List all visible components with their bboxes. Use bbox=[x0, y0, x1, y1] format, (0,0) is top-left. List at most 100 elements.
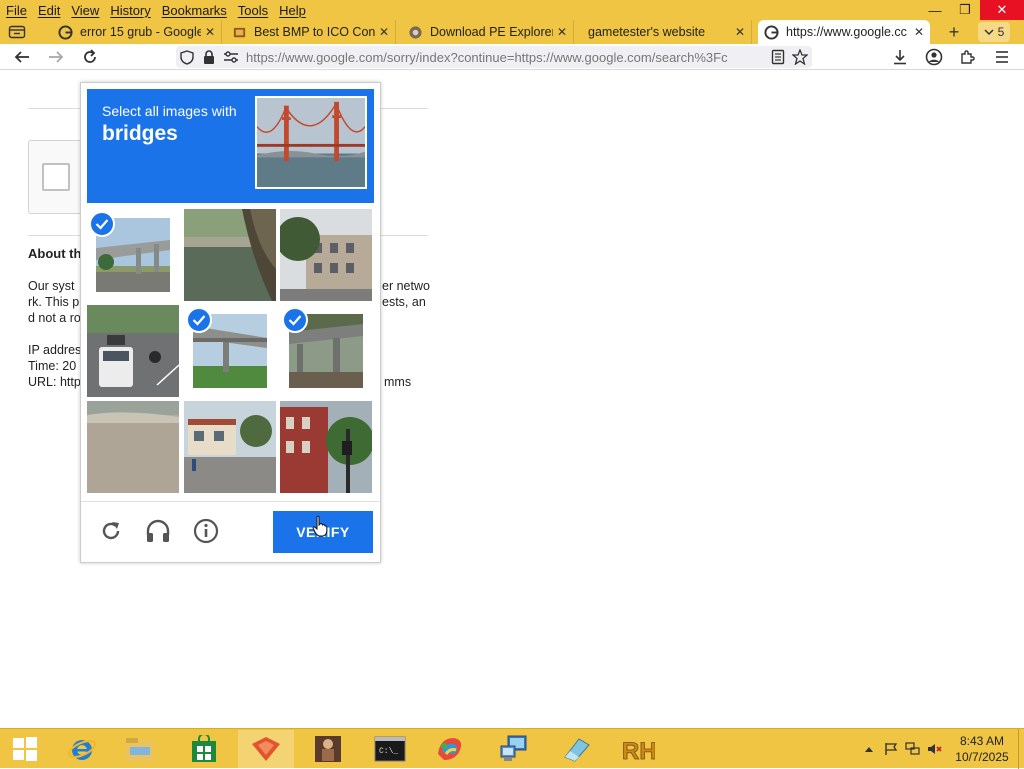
captcha-challenge: Select all images with bridges bbox=[80, 82, 381, 563]
pe-explorer-icon bbox=[408, 25, 423, 40]
url-text[interactable]: https://www.google.com/sorry/index?conti… bbox=[246, 50, 812, 65]
taskbar-eraser-app[interactable] bbox=[548, 730, 604, 768]
taskbar-pe-explorer[interactable] bbox=[300, 730, 356, 768]
puzzle-icon bbox=[961, 50, 975, 64]
divider bbox=[81, 501, 380, 502]
minimize-button[interactable]: — bbox=[920, 0, 950, 20]
check-icon bbox=[282, 307, 308, 333]
taskbar-command-prompt[interactable]: C:\_ bbox=[362, 730, 418, 768]
image-tile-3[interactable] bbox=[280, 209, 372, 301]
taskbar-resource-hacker[interactable]: RH bbox=[610, 730, 666, 768]
window-controls: — ❐ ✕ bbox=[920, 0, 1024, 20]
menu-view[interactable]: View bbox=[71, 3, 99, 18]
close-window-button[interactable]: ✕ bbox=[980, 0, 1024, 20]
downloads-button[interactable] bbox=[888, 47, 912, 67]
tab-close-icon[interactable]: ✕ bbox=[914, 25, 924, 39]
audio-challenge-button[interactable] bbox=[144, 517, 172, 545]
navigation-bar: https://www.google.com/sorry/index?conti… bbox=[0, 44, 1024, 70]
tab-list-icon bbox=[8, 25, 26, 39]
extensions-button[interactable] bbox=[956, 47, 980, 67]
restore-button[interactable]: ❐ bbox=[950, 0, 980, 20]
image-tile-1[interactable] bbox=[87, 209, 179, 301]
permissions-icon[interactable] bbox=[220, 46, 242, 68]
menu-tools[interactable]: Tools bbox=[238, 3, 268, 18]
taskbar-app-colorful[interactable] bbox=[422, 730, 478, 768]
address-bar[interactable]: https://www.google.com/sorry/index?conti… bbox=[176, 46, 812, 68]
tab-error-15-grub[interactable]: error 15 grub - Google ✕ bbox=[52, 20, 222, 44]
tab-count-button[interactable]: 5 bbox=[978, 22, 1010, 42]
forward-arrow-icon bbox=[49, 51, 64, 63]
recaptcha-checkbox[interactable] bbox=[42, 163, 70, 191]
image-tile-6[interactable] bbox=[280, 305, 372, 397]
image-tile-5[interactable] bbox=[184, 305, 276, 397]
app-menu-button[interactable] bbox=[990, 47, 1014, 67]
recaptcha-widget bbox=[28, 140, 88, 214]
tab-gametester[interactable]: gametester's website ✕ bbox=[580, 20, 752, 44]
menu-help[interactable]: Help bbox=[279, 3, 306, 18]
page-text-line: Our syst bbox=[28, 279, 75, 293]
eraser-icon bbox=[564, 738, 590, 762]
page-text-line: d not a ro bbox=[28, 311, 81, 325]
lock-icon[interactable] bbox=[198, 46, 220, 68]
challenge-target: bridges bbox=[102, 122, 178, 145]
about-heading: About th bbox=[28, 246, 82, 261]
reader-view-button[interactable] bbox=[766, 47, 790, 67]
account-button[interactable] bbox=[922, 47, 946, 67]
image-tile-2[interactable] bbox=[184, 209, 276, 301]
page-text-line: Time: 20 bbox=[28, 359, 77, 373]
taskbar-firefox[interactable] bbox=[238, 730, 294, 768]
reload-icon bbox=[84, 49, 96, 63]
volume-status-icon[interactable] bbox=[924, 739, 946, 759]
new-tab-button[interactable]: + bbox=[940, 22, 968, 42]
bookmark-button[interactable] bbox=[788, 47, 812, 67]
show-desktop-button[interactable] bbox=[1018, 729, 1024, 769]
star-icon bbox=[792, 49, 808, 65]
taskbar-internet-explorer[interactable] bbox=[54, 730, 110, 768]
forward-button[interactable] bbox=[44, 47, 68, 67]
tab-bmp-to-ico[interactable]: Best BMP to ICO Conv ✕ bbox=[226, 20, 396, 44]
menu-file[interactable]: File bbox=[6, 3, 27, 18]
taskbar-network-manager[interactable] bbox=[486, 730, 542, 768]
taskbar-file-explorer[interactable] bbox=[112, 730, 168, 768]
back-button[interactable] bbox=[10, 47, 34, 67]
network-status-icon[interactable] bbox=[902, 739, 924, 759]
hamburger-menu-icon bbox=[996, 51, 1008, 63]
start-button[interactable] bbox=[0, 730, 50, 768]
tab-close-icon[interactable]: ✕ bbox=[379, 25, 389, 39]
tab-title: Best BMP to ICO Conv bbox=[254, 25, 375, 39]
clock-time: 8:43 AM bbox=[959, 734, 1005, 748]
resource-hacker-icon: RH bbox=[622, 738, 655, 764]
action-center-icon[interactable] bbox=[880, 739, 902, 759]
tab-list-button[interactable] bbox=[6, 22, 28, 42]
svg-text:RH: RH bbox=[622, 738, 655, 764]
image-tile-4[interactable] bbox=[87, 305, 179, 397]
page-text-line: ests, an bbox=[382, 295, 426, 309]
tab-close-icon[interactable]: ✕ bbox=[557, 25, 567, 39]
menu-edit[interactable]: Edit bbox=[38, 3, 60, 18]
image-tile-9[interactable] bbox=[280, 401, 372, 493]
reload-button[interactable] bbox=[78, 47, 102, 67]
menu-history[interactable]: History bbox=[110, 3, 150, 18]
tab-google-sorry[interactable]: https://www.google.cc ✕ bbox=[758, 20, 930, 44]
reload-challenge-button[interactable] bbox=[97, 517, 125, 545]
show-hidden-icons-button[interactable] bbox=[858, 739, 880, 759]
flag-icon bbox=[885, 743, 898, 755]
tab-title: https://www.google.cc bbox=[786, 25, 907, 39]
help-button[interactable] bbox=[192, 517, 220, 545]
page-text-line: rk. This p bbox=[28, 295, 80, 309]
taskbar-store[interactable] bbox=[176, 730, 232, 768]
account-icon bbox=[925, 48, 943, 66]
menu-bookmarks[interactable]: Bookmarks bbox=[162, 3, 227, 18]
check-icon bbox=[186, 307, 212, 333]
challenge-prompt: Select all images with bbox=[102, 103, 237, 119]
image-tile-8[interactable] bbox=[184, 401, 276, 493]
tab-close-icon[interactable]: ✕ bbox=[735, 25, 745, 39]
clock[interactable]: 8:43 AM 10/7/2025 bbox=[946, 733, 1018, 765]
shield-icon[interactable] bbox=[176, 46, 198, 68]
tab-close-icon[interactable]: ✕ bbox=[205, 25, 215, 39]
page-text-line: mms bbox=[384, 375, 412, 389]
image-tile-7[interactable] bbox=[87, 401, 179, 493]
download-icon bbox=[894, 50, 906, 65]
speaker-muted-icon bbox=[928, 744, 942, 754]
tab-download-pe-explorer[interactable]: Download PE Explorer ✕ bbox=[402, 20, 574, 44]
